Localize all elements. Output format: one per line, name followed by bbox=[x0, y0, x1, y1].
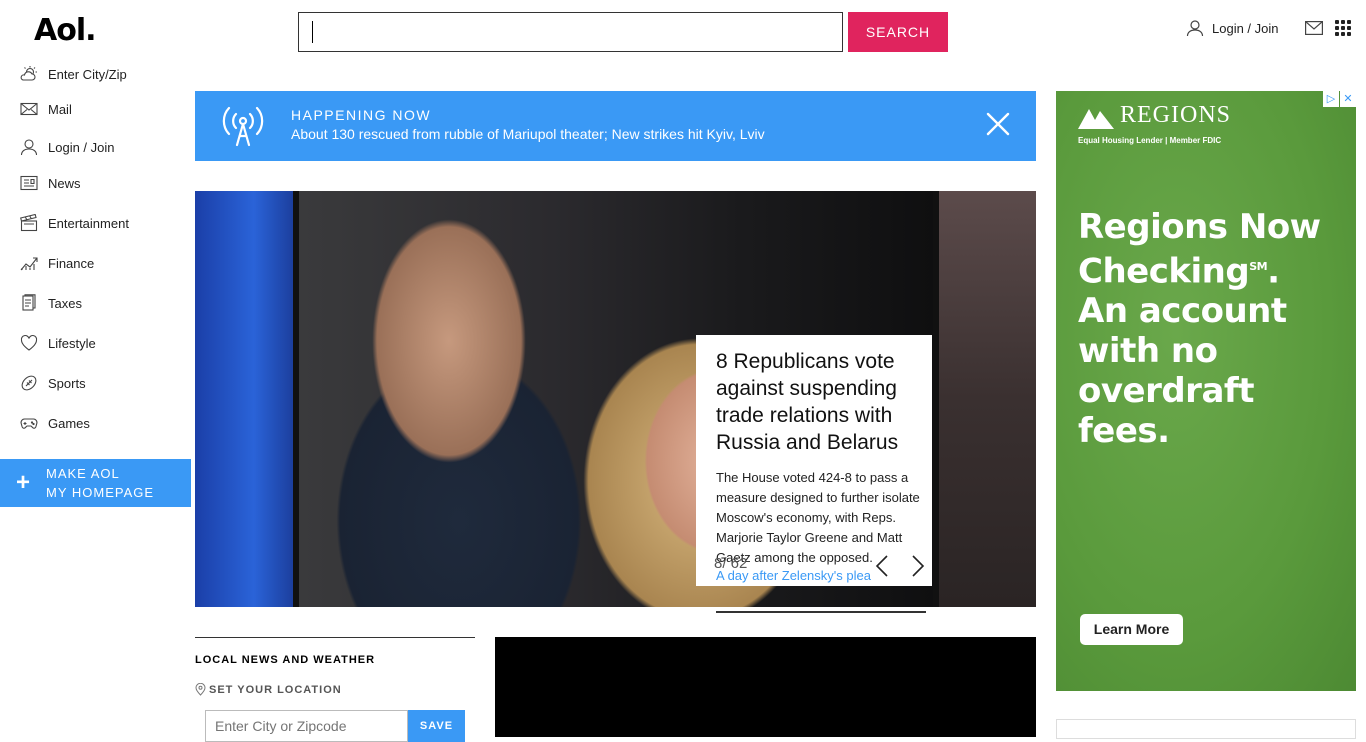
ad-brand-name: REGIONS bbox=[1120, 102, 1232, 128]
sidebar-item-lifestyle[interactable]: Lifestyle bbox=[20, 334, 96, 352]
caption-underline bbox=[716, 611, 926, 613]
hero-carousel[interactable]: 8 Republicans vote against suspending tr… bbox=[195, 191, 1036, 607]
make-homepage-button[interactable]: + MAKE AOL MY HOMEPAGE bbox=[0, 459, 191, 507]
close-icon[interactable] bbox=[985, 111, 1011, 137]
secondary-ad-slot bbox=[1056, 719, 1356, 739]
ad-tagline: Regions Now CheckingSM. An account with … bbox=[1078, 207, 1348, 451]
sidebar-item-news[interactable]: News bbox=[20, 174, 81, 192]
adchoices-icon[interactable]: ▷ bbox=[1323, 91, 1339, 107]
hero-description: The House voted 424-8 to pass a measure … bbox=[716, 470, 920, 565]
sidebar-item-sports[interactable]: Sports bbox=[20, 374, 86, 392]
ball-icon bbox=[21, 375, 37, 391]
clapper-icon bbox=[20, 214, 38, 232]
ad-brand: REGIONS bbox=[1078, 102, 1231, 129]
header-login-label: Login / Join bbox=[1212, 20, 1279, 36]
ad-tagline-line: Regions Now bbox=[1078, 207, 1321, 247]
sidebar-item-taxes[interactable]: Taxes bbox=[20, 294, 82, 312]
chevron-left-icon[interactable] bbox=[874, 555, 890, 577]
sidebar-item-finance[interactable]: Finance bbox=[20, 254, 94, 272]
advertisement[interactable]: ▷ ✕ REGIONS Equal Housing Lender | Membe… bbox=[1056, 91, 1356, 691]
sidebar-item-label: Lifestyle bbox=[48, 335, 96, 351]
gamepad-icon bbox=[20, 418, 38, 429]
sidebar-item-mail[interactable]: Mail bbox=[20, 100, 72, 118]
aol-logo[interactable]: Aol. bbox=[34, 13, 97, 48]
make-homepage-line2: MY HOMEPAGE bbox=[46, 485, 155, 500]
regions-logo-icon bbox=[1078, 108, 1114, 129]
ad-tagline-line: An account bbox=[1078, 291, 1287, 332]
user-icon bbox=[20, 139, 38, 156]
sidebar-item-label: News bbox=[48, 175, 81, 191]
chart-icon bbox=[20, 257, 38, 271]
plus-icon: + bbox=[15, 469, 30, 496]
ad-tagline-line: overdraft fees. bbox=[1078, 371, 1254, 452]
sidebar-item-label: Entertainment bbox=[48, 215, 129, 231]
make-homepage-line1: MAKE AOL bbox=[46, 466, 120, 481]
sidebar-item-label: Enter City/Zip bbox=[48, 66, 127, 82]
location-pin-icon bbox=[195, 683, 206, 696]
ad-close-icon[interactable]: ✕ bbox=[1340, 91, 1356, 107]
apps-grid-icon[interactable] bbox=[1335, 20, 1351, 36]
video-player[interactable] bbox=[495, 637, 1036, 737]
local-news-section: LOCAL NEWS AND WEATHER SET YOUR LOCATION bbox=[195, 637, 475, 696]
sidebar-item-label: Mail bbox=[48, 101, 72, 117]
sidebar-item-games[interactable]: Games bbox=[20, 414, 90, 432]
previous-slide-image[interactable] bbox=[195, 191, 293, 607]
sidebar-item-label: Sports bbox=[48, 375, 86, 391]
save-location-button[interactable]: SAVE bbox=[408, 710, 465, 742]
sidebar-item-label: Games bbox=[48, 415, 90, 431]
ad-subtext: Equal Housing Lender | Member FDIC bbox=[1078, 136, 1222, 145]
adchoices[interactable]: ▷ ✕ bbox=[1323, 91, 1356, 107]
sidebar-item-login[interactable]: Login / Join bbox=[20, 138, 115, 156]
news-icon bbox=[20, 175, 38, 191]
sidebar-item-label: Finance bbox=[48, 255, 95, 271]
heart-icon bbox=[20, 335, 38, 351]
hero-caption-card[interactable]: 8 Republicans vote against suspending tr… bbox=[696, 335, 932, 586]
mail-icon bbox=[20, 102, 38, 116]
happening-now-banner: HAPPENING NOW About 130 rescued from rub… bbox=[195, 91, 1036, 161]
mail-icon[interactable] bbox=[1305, 21, 1323, 35]
weather-icon bbox=[20, 66, 37, 81]
user-icon bbox=[1186, 20, 1204, 37]
next-slide-image[interactable] bbox=[939, 191, 1036, 607]
chevron-right-icon[interactable] bbox=[910, 555, 926, 577]
sidebar-item-label: Taxes bbox=[48, 295, 82, 311]
happening-now-label: HAPPENING NOW bbox=[291, 107, 432, 123]
search-input[interactable] bbox=[299, 13, 842, 51]
tax-icon bbox=[22, 294, 36, 311]
ad-tagline-line: with no bbox=[1078, 331, 1218, 372]
slide-counter: 8/ 62 bbox=[714, 555, 748, 572]
local-news-heading: LOCAL NEWS AND WEATHER bbox=[195, 654, 376, 666]
ad-learn-more-button[interactable]: Learn More bbox=[1080, 614, 1183, 645]
set-location-link[interactable]: SET YOUR LOCATION bbox=[195, 683, 342, 696]
set-location-label: SET YOUR LOCATION bbox=[209, 683, 342, 696]
hero-title[interactable]: 8 Republicans vote against suspending tr… bbox=[716, 348, 926, 456]
zipcode-input[interactable] bbox=[205, 710, 408, 742]
happening-now-headline[interactable]: About 130 rescued from rubble of Mariupo… bbox=[291, 126, 765, 142]
search-button[interactable]: SEARCH bbox=[848, 12, 948, 52]
ad-tagline-line: CheckingSM. bbox=[1078, 251, 1280, 292]
broadcast-antenna-icon bbox=[222, 106, 264, 147]
search-box[interactable] bbox=[298, 12, 843, 52]
sidebar-item-label: Login / Join bbox=[48, 139, 115, 155]
sidebar-item-entertainment[interactable]: Entertainment bbox=[20, 214, 129, 232]
header-login-link[interactable]: Login / Join bbox=[1186, 19, 1279, 37]
sidebar-item-weather[interactable]: Enter City/Zip bbox=[20, 65, 127, 83]
